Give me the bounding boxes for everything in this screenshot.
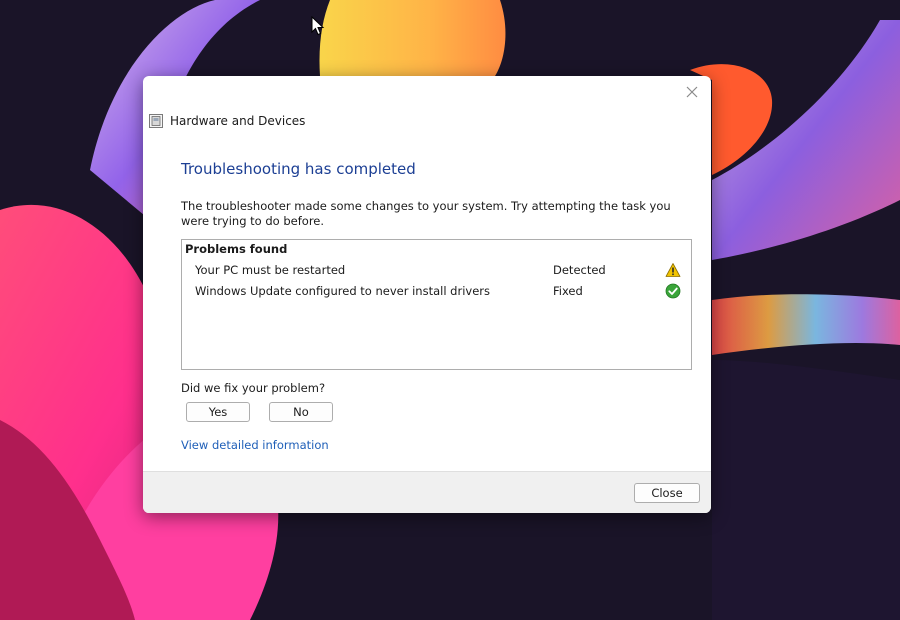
description-text: The troubleshooter made some changes to … xyxy=(181,199,671,228)
problems-header: Problems found xyxy=(185,242,288,256)
problem-name: Your PC must be restarted xyxy=(195,263,346,277)
close-icon xyxy=(686,86,698,98)
view-details-link[interactable]: View detailed information xyxy=(181,438,329,452)
dialog-title-row: Hardware and Devices xyxy=(149,113,305,129)
dialog-footer: Close xyxy=(143,471,711,513)
close-button[interactable]: Close xyxy=(634,483,700,503)
no-button[interactable]: No xyxy=(269,402,333,422)
troubleshooter-dialog: Hardware and Devices Troubleshooting has… xyxy=(143,76,711,513)
yes-button[interactable]: Yes xyxy=(186,402,250,422)
feedback-question: Did we fix your problem? xyxy=(181,381,326,395)
close-x-button[interactable] xyxy=(681,81,703,103)
desktop: Hardware and Devices Troubleshooting has… xyxy=(0,0,900,620)
hardware-devices-icon xyxy=(149,114,163,128)
list-item: Windows Update configured to never insta… xyxy=(195,283,685,301)
problem-status: Detected xyxy=(553,263,606,277)
warning-icon xyxy=(665,263,681,277)
check-icon xyxy=(665,283,681,299)
dialog-title: Hardware and Devices xyxy=(170,114,306,128)
problems-list: Problems found Your PC must be restarted… xyxy=(181,239,692,370)
mouse-cursor-icon xyxy=(311,16,325,36)
problem-status: Fixed xyxy=(553,284,583,298)
problem-name: Windows Update configured to never insta… xyxy=(195,284,491,298)
list-item: Your PC must be restarted Detected xyxy=(195,262,685,280)
page-title: Troubleshooting has completed xyxy=(181,160,416,178)
